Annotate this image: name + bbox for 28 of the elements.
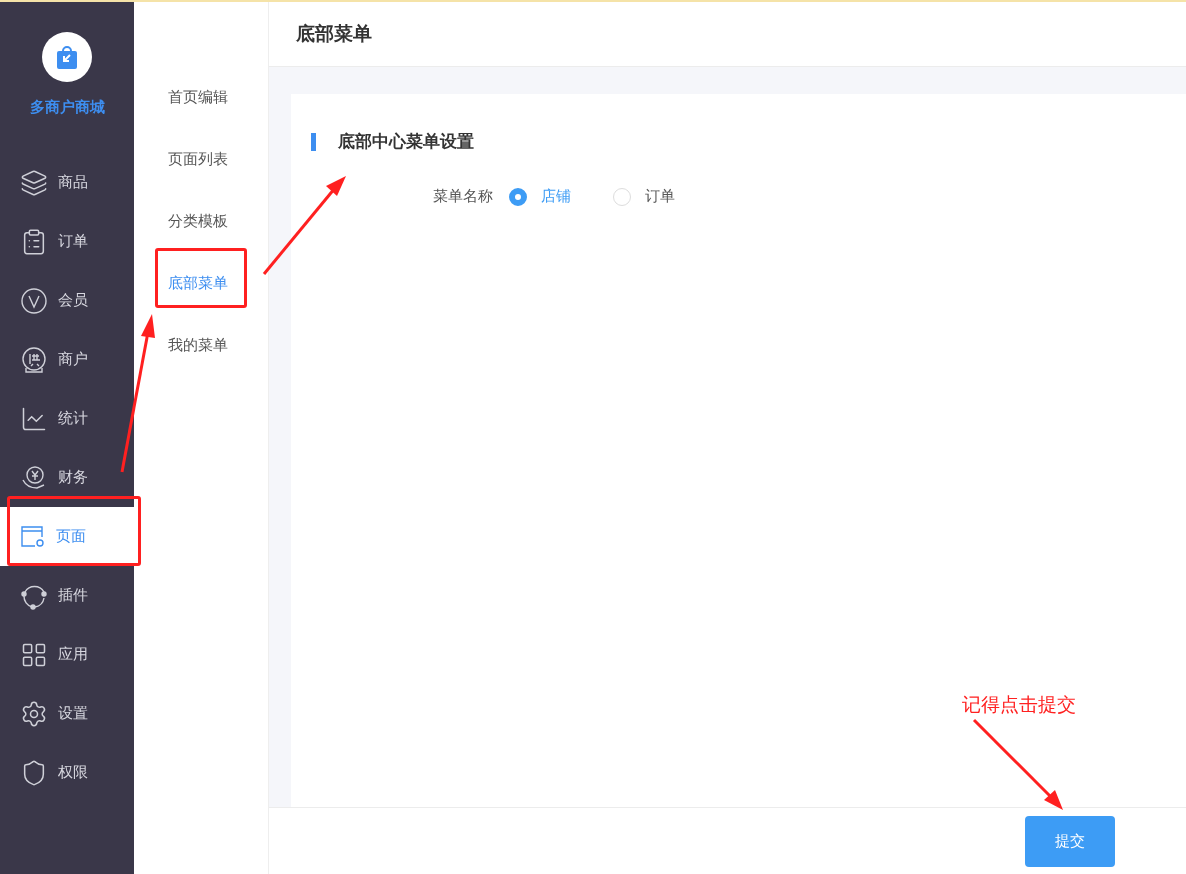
sidebar-item[interactable]: 财务 — [0, 448, 134, 507]
field-label: 菜单名称 — [433, 187, 493, 206]
sidebar-item[interactable]: 会员 — [0, 271, 134, 330]
sidebar-item[interactable]: 插件 — [0, 566, 134, 625]
annotation-note: 记得点击提交 — [962, 692, 1076, 717]
subnav-item[interactable]: 分类模板 — [134, 190, 268, 252]
sidebar-item[interactable]: 权限 — [0, 743, 134, 802]
sidebar-item[interactable]: 商品 — [0, 153, 134, 212]
sidebar-item[interactable]: 页面 — [0, 507, 134, 566]
page-title: 底部菜单 — [269, 2, 1186, 67]
subnav-item[interactable]: 页面列表 — [134, 128, 268, 190]
settings-icon — [20, 699, 48, 728]
sidebar-item[interactable]: 订单 — [0, 212, 134, 271]
radio-dot[interactable] — [509, 187, 527, 206]
subnav-item[interactable]: 我的菜单 — [134, 314, 268, 376]
sidebar-item[interactable]: 设置 — [0, 684, 134, 743]
browser-gear-icon — [20, 524, 46, 549]
sidebar-item[interactable]: 应用 — [0, 625, 134, 684]
v-circle-icon — [20, 286, 48, 315]
brand-name: 多商户商城 — [29, 98, 105, 117]
sidebar-item[interactable]: 商户 — [0, 330, 134, 389]
accent-bar — [311, 132, 316, 151]
radio-option[interactable]: 订单 — [613, 187, 675, 206]
layers-icon — [20, 168, 48, 197]
subnav-item[interactable]: 首页编辑 — [134, 66, 268, 128]
section-title: 底部中心菜单设置 — [338, 130, 474, 153]
merchant-circle-icon — [20, 345, 48, 374]
sidebar-item[interactable]: 统计 — [0, 389, 134, 448]
